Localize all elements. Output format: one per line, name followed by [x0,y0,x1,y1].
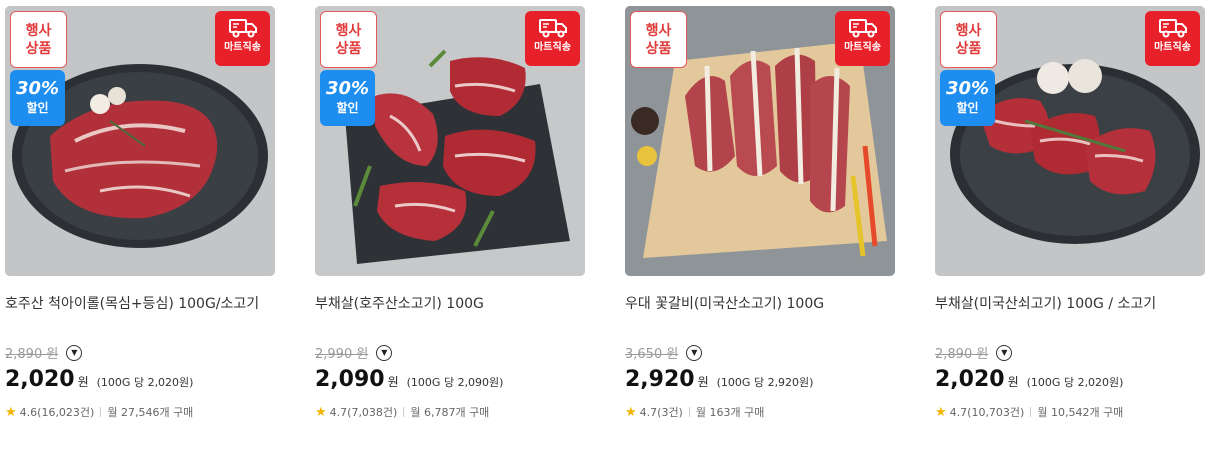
product-name[interactable]: 부채살(호주산소고기) 100G [315,295,585,313]
divider [688,407,690,417]
rating-row: ★ 4.7(10,703건) 월 10,542개 구매 [935,404,1123,420]
price-row: 2,920 원 (100G 당 2,920원) [625,367,813,392]
price-row: 2,020 원 (100G 당 2,020원) [5,367,193,392]
event-product-badge: 행사 상품 [320,11,377,68]
product-name[interactable]: 우대 꽃갈비(미국산소고기) 100G [625,295,895,313]
chevron-down-circle-icon[interactable]: ▼ [66,344,83,361]
rating-text: 4.7(3건) [639,406,683,419]
rating-row: ★ 4.6(16,023건) 월 27,546개 구매 [5,404,193,420]
product-name[interactable]: 부채살(미국산쇠고기) 100G / 소고기 [935,295,1205,313]
mart-delivery-badge: 마트직송 [835,11,890,66]
monthly-sales: 월 163개 구매 [695,406,765,419]
divider [1030,407,1032,417]
chevron-down-circle-icon[interactable]: ▼ [686,344,703,361]
monthly-sales: 월 27,546개 구매 [107,406,194,419]
sale-price: 2,090 [315,367,385,392]
original-price-row: 2,990 원 ▼ [315,343,393,362]
rating-text: 4.6(16,023건) [19,406,95,419]
sale-price: 2,920 [625,367,695,392]
monthly-sales: 월 6,787개 구매 [410,406,490,419]
chevron-down-circle-icon[interactable]: ▼ [996,344,1013,361]
sale-price: 2,020 [5,367,75,392]
star-icon: ★ [935,404,947,420]
unit-price: (100G 당 2,090원) [406,376,504,389]
rating-text: 4.7(7,038건) [329,406,398,419]
price-currency: 원 [387,375,399,389]
product-card[interactable]: 행사 상품 30% 할인 마트직송 부채살(호주산소고기) 100G 2,990 … [315,6,585,420]
rating-text: 4.7(10,703건) [949,406,1025,419]
event-product-badge: 행사 상품 [10,11,67,68]
unit-price: (100G 당 2,020원) [1026,376,1124,389]
unit-price: (100G 당 2,020원) [96,376,194,389]
product-image[interactable]: 행사 상품 30% 할인 마트직송 [935,6,1205,276]
discount-badge: 30% 할인 [10,70,65,126]
product-image[interactable]: 행사 상품 30% 할인 마트직송 [315,6,585,276]
original-price-row: 2,890 원 ▼ [935,343,1013,362]
star-icon: ★ [315,404,327,420]
mart-delivery-badge: 마트직송 [525,11,580,66]
sale-price: 2,020 [935,367,1005,392]
price-row: 2,090 원 (100G 당 2,090원) [315,367,503,392]
original-price: 2,890 원 [5,347,59,362]
rating-row: ★ 4.7(7,038건) 월 6,787개 구매 [315,404,489,420]
event-product-badge: 행사 상품 [630,11,687,68]
rating-row: ★ 4.7(3건) 월 163개 구매 [625,404,764,420]
chevron-down-circle-icon[interactable]: ▼ [376,344,393,361]
original-price: 2,990 원 [315,347,369,362]
truck-icon [848,19,877,38]
star-icon: ★ [5,404,17,420]
price-row: 2,020 원 (100G 당 2,020원) [935,367,1123,392]
mart-delivery-badge: 마트직송 [1145,11,1200,66]
product-image[interactable]: 행사 상품 마트직송 [625,6,895,276]
divider [403,407,405,417]
product-card[interactable]: 행사 상품 마트직송 우대 꽃갈비(미국산소고기) 100G 3,650 원 ▼ … [625,6,895,420]
truck-icon [538,19,567,38]
product-card[interactable]: 행사 상품 30% 할인 마트직송 호주산 척아이롤(목심+등심) 100G/소고… [5,6,275,420]
price-currency: 원 [697,375,709,389]
event-product-badge: 행사 상품 [940,11,997,68]
mart-delivery-badge: 마트직송 [215,11,270,66]
monthly-sales: 월 10,542개 구매 [1037,406,1124,419]
discount-badge: 30% 할인 [940,70,995,126]
divider [100,407,102,417]
product-card[interactable]: 행사 상품 30% 할인 마트직송 부채살(미국산쇠고기) 100G / 소고기 … [935,6,1205,420]
star-icon: ★ [625,404,637,420]
truck-icon [1158,19,1187,38]
price-currency: 원 [77,375,89,389]
original-price: 3,650 원 [625,347,679,362]
original-price-row: 3,650 원 ▼ [625,343,703,362]
unit-price: (100G 당 2,920원) [716,376,814,389]
original-price-row: 2,890 원 ▼ [5,343,83,362]
product-image[interactable]: 행사 상품 30% 할인 마트직송 [5,6,275,276]
product-name[interactable]: 호주산 척아이롤(목심+등심) 100G/소고기 [5,295,275,313]
price-currency: 원 [1007,375,1019,389]
truck-icon [228,19,257,38]
discount-badge: 30% 할인 [320,70,375,126]
original-price: 2,890 원 [935,347,989,362]
